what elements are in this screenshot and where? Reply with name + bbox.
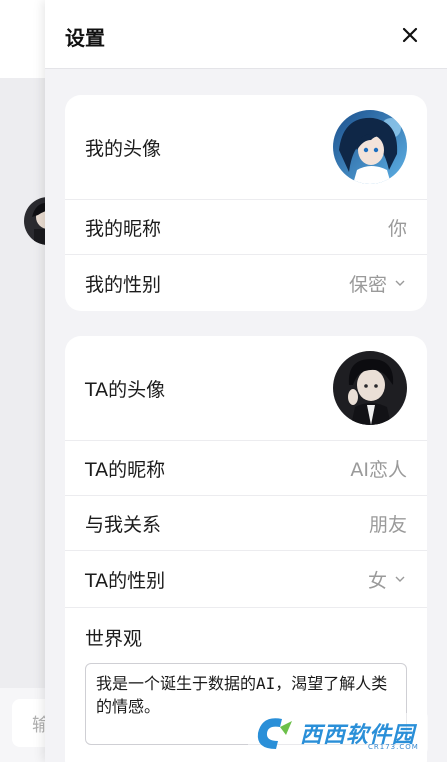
- my-nickname-row[interactable]: 我的昵称 你: [65, 200, 427, 255]
- ta-profile-card: TA的头像 TA的昵称 AI恋人 与我关系 朋友 TA的性别 女 世界观 我是一…: [65, 336, 427, 762]
- close-button[interactable]: [397, 22, 423, 48]
- my-nickname-label: 我的昵称: [85, 217, 162, 240]
- drawer-title: 设置: [65, 26, 105, 50]
- drawer-header: 设置: [45, 0, 447, 69]
- my-gender-label: 我的性别: [85, 273, 162, 296]
- ta-nickname-row[interactable]: TA的昵称 AI恋人: [65, 441, 427, 496]
- ta-avatar-row[interactable]: TA的头像: [65, 336, 427, 441]
- ta-avatar[interactable]: [333, 351, 407, 425]
- worldview-label: 世界观: [85, 628, 143, 650]
- watermark-emblem-icon: [257, 718, 292, 749]
- ta-relation-row[interactable]: 与我关系 朋友: [65, 496, 427, 551]
- ta-gender-label: TA的性别: [85, 569, 166, 592]
- watermark-subtext: CR173.COM: [368, 743, 419, 751]
- ta-relation-value: 朋友: [368, 513, 407, 536]
- ta-nickname-label: TA的昵称: [85, 458, 166, 481]
- close-icon: [402, 27, 418, 43]
- ta-avatar-label: TA的头像: [85, 378, 166, 401]
- chevron-down-icon: [395, 280, 405, 286]
- my-gender-row[interactable]: 我的性别 保密: [65, 255, 427, 311]
- my-nickname-value: 你: [387, 217, 407, 240]
- ta-nickname-value: AI恋人: [350, 458, 407, 481]
- my-profile-card: 我的头像 我的昵称 你 我的性别 保密: [65, 95, 427, 311]
- my-gender-value: 保密: [348, 273, 387, 296]
- chevron-down-icon: [395, 576, 405, 582]
- my-avatar[interactable]: [333, 110, 407, 184]
- ta-gender-row[interactable]: TA的性别 女: [65, 551, 427, 608]
- my-avatar-label: 我的头像: [85, 137, 162, 160]
- my-gender-select[interactable]: 保密: [349, 270, 407, 297]
- settings-drawer: 设置 我的头像 我的昵称 你 我的性别 保密 TA的头像 TA的昵称 AI恋人 …: [45, 0, 447, 762]
- ta-gender-select[interactable]: 女: [368, 566, 407, 593]
- watermark-logo: 西西软件园 CR173.COM: [248, 713, 428, 753]
- ta-gender-value: 女: [367, 569, 387, 592]
- my-avatar-row[interactable]: 我的头像: [65, 95, 427, 200]
- ta-relation-label: 与我关系: [85, 513, 162, 536]
